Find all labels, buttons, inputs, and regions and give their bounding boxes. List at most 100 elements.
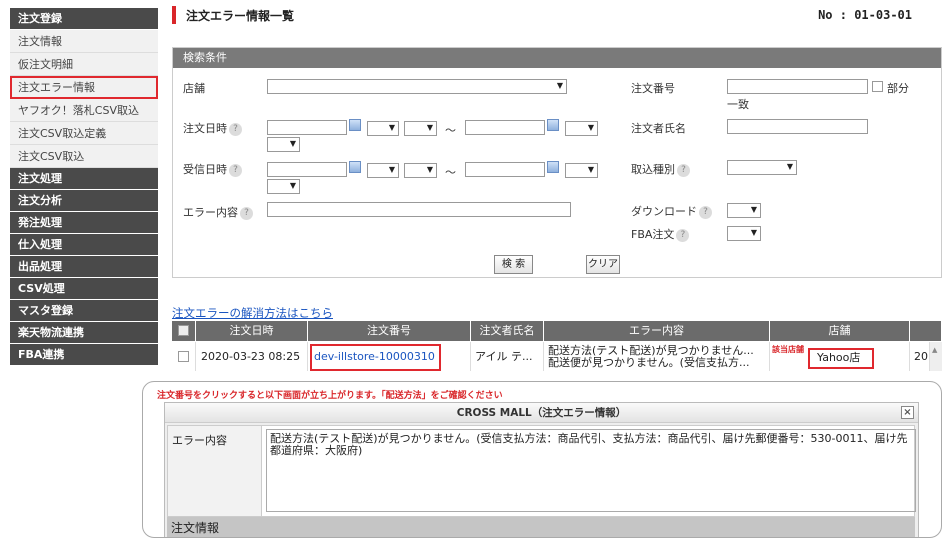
header-store[interactable]: 店舗	[770, 321, 910, 341]
fba-label: FBA注文?	[631, 226, 690, 242]
title-bar: 注文エラー情報一覧 No : 01-03-01	[172, 6, 942, 26]
calendar-icon[interactable]	[547, 161, 559, 173]
header-error[interactable]: エラー内容	[544, 321, 770, 341]
received-from-input[interactable]	[267, 162, 347, 177]
store-label: 店舗	[183, 82, 205, 95]
popup-note: 注文番号をクリックすると以下画面が立ち上がります。「配送方法」をご確認ください	[157, 391, 503, 401]
page-title: 注文エラー情報一覧	[186, 9, 295, 23]
scroll-up-icon[interactable]: ▲	[932, 346, 937, 354]
title-accent	[172, 6, 176, 24]
received-date-text: 受信日時	[183, 163, 227, 176]
row-checkbox-cell	[172, 342, 196, 371]
close-icon[interactable]: ×	[901, 406, 914, 419]
import-type-label: 取込種別?	[631, 161, 690, 177]
received-to-hour[interactable]	[565, 163, 598, 178]
sidebar-head-purchase-order[interactable]: 発注処理	[10, 212, 158, 234]
help-icon[interactable]: ?	[699, 205, 712, 219]
header-order-no[interactable]: 注文番号	[308, 321, 471, 341]
fba-select[interactable]	[727, 226, 761, 241]
sidebar-head-master[interactable]: マスタ登録	[10, 300, 158, 322]
download-text: ダウンロード	[631, 205, 697, 218]
popup-illustration: 注文番号をクリックすると以下画面が立ち上がります。「配送方法」をご確認ください …	[142, 381, 942, 538]
table-scrollbar[interactable]: ▲	[930, 342, 942, 371]
resolution-help-link[interactable]: 注文エラーの解消方法はこちら	[172, 305, 333, 321]
sidebar-item-csv-import[interactable]: 注文CSV取込	[10, 145, 158, 168]
sidebar-head-order-entry[interactable]: 注文登録	[10, 8, 158, 30]
order-date-to-hour[interactable]	[565, 121, 598, 136]
select-all-checkbox[interactable]	[178, 325, 189, 336]
help-icon[interactable]: ?	[229, 163, 242, 177]
received-date-label: 受信日時?	[183, 161, 242, 177]
received-to-minute[interactable]	[267, 179, 300, 194]
store-note: 該当店舗	[772, 345, 804, 354]
header-order-date[interactable]: 注文日時	[196, 321, 308, 341]
sidebar-item-order-info[interactable]: 注文情報	[10, 30, 158, 53]
help-icon[interactable]: ?	[677, 163, 690, 177]
sidebar-item-provisional-order[interactable]: 仮注文明細	[10, 53, 158, 76]
header-extra	[910, 321, 942, 341]
sidebar: 注文登録 注文情報 仮注文明細 注文エラー情報 ヤフオク！落札CSV取込 注文C…	[10, 8, 158, 370]
order-no-input[interactable]	[727, 79, 868, 94]
help-icon[interactable]: ?	[240, 206, 253, 220]
calendar-icon[interactable]	[349, 161, 361, 173]
sidebar-head-listing[interactable]: 出品処理	[10, 256, 158, 278]
tilde: ～	[445, 166, 456, 179]
header-orderer[interactable]: 注文者氏名	[471, 321, 544, 341]
sidebar-item-order-error[interactable]: 注文エラー情報	[10, 76, 158, 99]
cell-extra: 20	[910, 342, 930, 371]
clear-button[interactable]: クリア	[586, 255, 620, 274]
page-number: No : 01-03-01	[818, 8, 912, 22]
order-no-highlight	[310, 344, 441, 371]
order-date-to-input[interactable]	[465, 120, 545, 135]
header-checkbox-cell	[172, 321, 196, 341]
sidebar-item-csv-definition[interactable]: 注文CSV取込定義	[10, 122, 158, 145]
cell-orderer: アイル テ...	[471, 342, 544, 371]
sidebar-head-order-processing[interactable]: 注文処理	[10, 168, 158, 190]
store-select[interactable]	[267, 79, 567, 94]
sidebar-head-csv[interactable]: CSV処理	[10, 278, 158, 300]
received-to-input[interactable]	[465, 162, 545, 177]
help-icon[interactable]: ?	[676, 228, 690, 242]
order-no-label: 注文番号	[631, 82, 675, 95]
dialog-error-textarea[interactable]: 配送方法(テスト配送)が見つかりません。(受信支払方法：商品代引、支払方法：商品…	[266, 429, 916, 512]
sidebar-head-stock-in[interactable]: 仕入処理	[10, 234, 158, 256]
orderer-input[interactable]	[727, 119, 868, 134]
sidebar-head-rakuten-logistics[interactable]: 楽天物流連携	[10, 322, 158, 344]
import-type-select[interactable]	[727, 160, 797, 175]
partial-match-checkbox[interactable]	[872, 81, 883, 92]
import-type-text: 取込種別	[631, 163, 675, 176]
order-date-to-minute[interactable]	[267, 137, 300, 152]
dialog-error-label: エラー内容	[168, 426, 262, 516]
order-date-from-minute[interactable]	[404, 121, 437, 136]
cell-error: 配送方法(テスト配送)が見つかりません... 配送便が見つかりません。(受信支払…	[544, 342, 770, 371]
search-header: 検索条件	[173, 48, 941, 68]
received-from-minute[interactable]	[404, 163, 437, 178]
download-select[interactable]	[727, 203, 761, 218]
cell-error-line2: 配送便が見つかりません。(受信支払方...	[548, 356, 750, 369]
order-date-label: 注文日時?	[183, 120, 242, 136]
calendar-icon[interactable]	[547, 119, 559, 131]
error-dialog: CROSS MALL（注文エラー情報） × エラー内容 配送方法(テスト配送)が見…	[164, 402, 919, 537]
sidebar-item-yahoo-auction-csv[interactable]: ヤフオク！落札CSV取込	[10, 99, 158, 122]
help-icon[interactable]: ?	[229, 122, 242, 136]
download-label: ダウンロード?	[631, 203, 712, 219]
error-content-label: エラー内容?	[183, 204, 253, 220]
sidebar-head-order-analysis[interactable]: 注文分析	[10, 190, 158, 212]
search-button[interactable]: 検 索	[494, 255, 533, 274]
received-from-hour[interactable]	[367, 163, 399, 178]
row-checkbox[interactable]	[178, 351, 189, 362]
dialog-title: CROSS MALL（注文エラー情報） ×	[165, 403, 918, 423]
tilde: ～	[445, 124, 456, 137]
orderer-label: 注文者氏名	[631, 122, 686, 135]
dialog-body: エラー内容 配送方法(テスト配送)が見つかりません。(受信支払方法：商品代引、支…	[167, 425, 916, 517]
exact-label: 一致	[727, 98, 749, 111]
error-content-input[interactable]	[267, 202, 571, 217]
order-date-from-input[interactable]	[267, 120, 347, 135]
dialog-title-text: CROSS MALL（注文エラー情報）	[456, 407, 627, 419]
order-date-text: 注文日時	[183, 122, 227, 135]
cell-order-date: 2020-03-23 08:25	[196, 342, 308, 371]
dialog-order-section[interactable]: 注文情報	[167, 517, 915, 537]
order-date-from-hour[interactable]	[367, 121, 399, 136]
calendar-icon[interactable]	[349, 119, 361, 131]
sidebar-head-fba[interactable]: FBA連携	[10, 344, 158, 366]
